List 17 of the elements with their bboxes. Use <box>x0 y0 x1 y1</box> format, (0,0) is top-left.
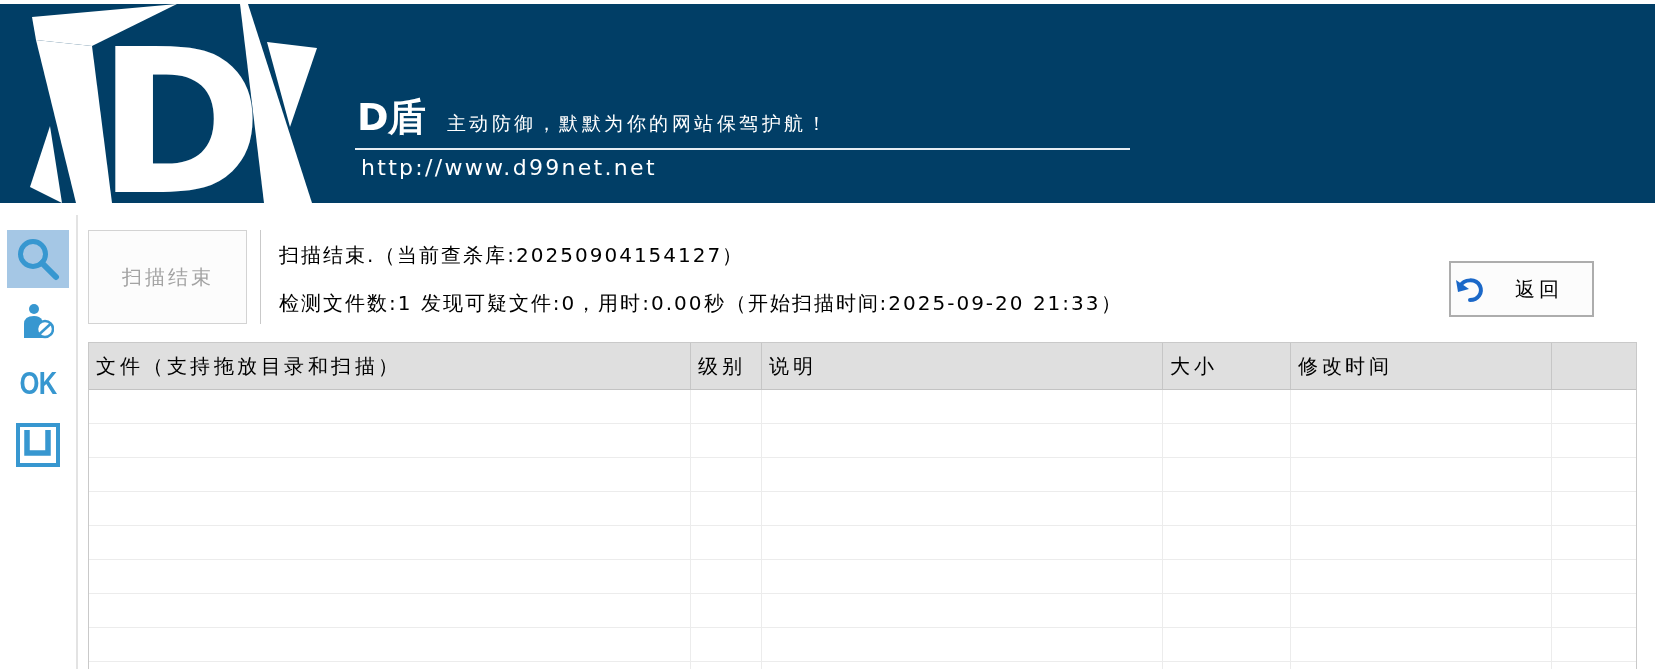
column-header[interactable]: 说明 <box>762 343 1163 389</box>
undo-arrow-icon <box>1455 275 1485 303</box>
user-block-icon <box>22 303 54 339</box>
brand-name: D盾 <box>357 95 425 139</box>
search-icon <box>16 237 60 281</box>
logo-letter: D <box>115 47 253 197</box>
website-url: http://www.d99net.net <box>361 154 657 182</box>
column-header[interactable]: 级别 <box>691 343 762 389</box>
sidebar-button[interactable] <box>7 230 69 288</box>
slogan-text: 主动防御，默默为你的网站保驾护航！ <box>446 111 830 136</box>
status-text: 检测文件数:1 发现可疑文件:0，用时:0.00秒（开始扫描时间:2025-09-20 21:33） <box>279 290 1123 316</box>
column-header[interactable]: 修改时间 <box>1291 343 1552 389</box>
return-button[interactable]: 返回 <box>1449 261 1594 317</box>
square-frame-icon <box>16 423 60 467</box>
status-text: 扫描结束.（当前查杀库:20250904154127） <box>279 242 745 268</box>
column-header[interactable]: 大小 <box>1163 343 1291 389</box>
column-header[interactable]: 文件（支持拖放目录和扫描） <box>89 343 691 389</box>
